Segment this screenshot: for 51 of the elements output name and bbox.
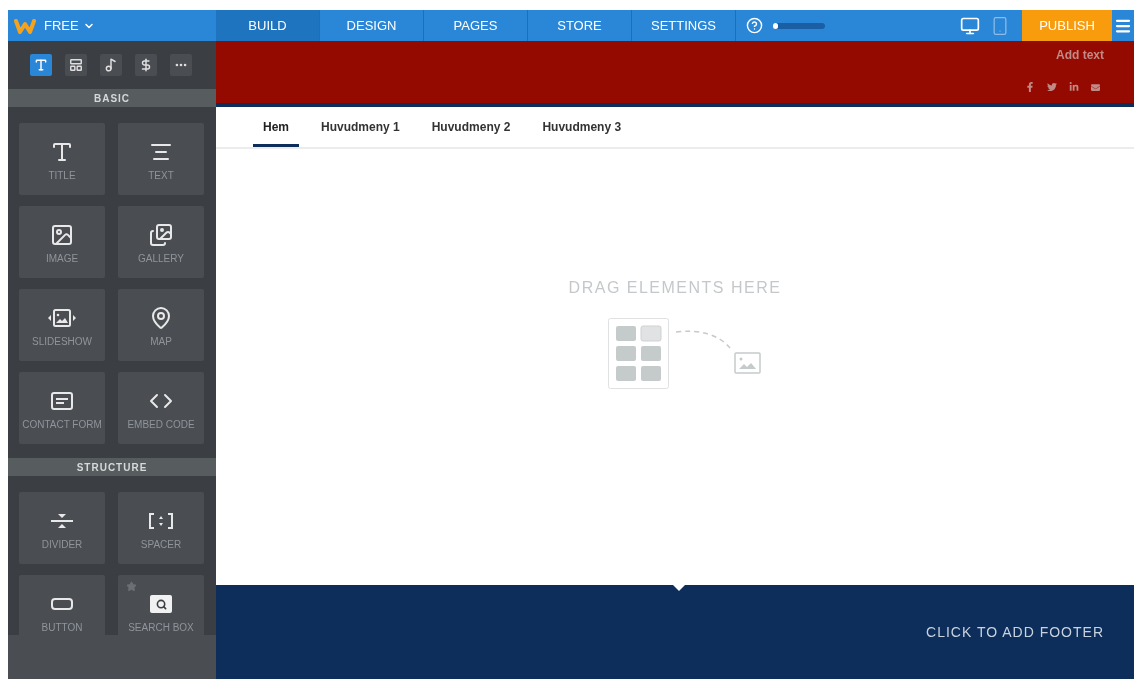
help-icon[interactable]: [746, 17, 763, 34]
text-icon: [34, 58, 48, 72]
header-text[interactable]: Add text: [1056, 46, 1104, 64]
bird-icon[interactable]: [1047, 82, 1057, 92]
logo-icon: [14, 17, 36, 34]
site-nav-item[interactable]: Hem: [253, 107, 299, 147]
element-tile[interactable]: TEXT: [118, 123, 204, 195]
element-tile[interactable]: SLIDESHOW: [19, 289, 105, 361]
element-tile[interactable]: MAP: [118, 289, 204, 361]
element-tile[interactable]: SPACER: [118, 492, 204, 564]
mail-icon[interactable]: [1091, 82, 1100, 92]
section-header: BASIC: [8, 89, 216, 107]
image-icon: [50, 223, 74, 247]
section-header: STRUCTURE: [8, 458, 216, 476]
desktop-icon[interactable]: [960, 15, 980, 36]
slideshow-icon: [47, 308, 77, 328]
music-note-icon: [104, 58, 118, 72]
divider-icon: [50, 513, 74, 529]
element-tile[interactable]: SEARCH BOX: [118, 575, 204, 635]
element-tile[interactable]: EMBED CODE: [118, 372, 204, 444]
element-tile[interactable]: GALLERY: [118, 206, 204, 278]
site-nav-item[interactable]: Huvudmeny 2: [421, 107, 521, 147]
footer-text[interactable]: CLICK TO ADD FOOTER: [926, 621, 1104, 643]
dollar-icon: [139, 58, 153, 72]
publish-button[interactable]: PUBLISH: [1022, 10, 1112, 41]
spacer-icon: [149, 513, 173, 529]
search-icon: [150, 595, 172, 613]
drop-hint: DRAG ELEMENTS HERE: [568, 278, 782, 298]
button-shape-icon: [51, 598, 73, 610]
plan-dropdown[interactable]: FREE: [44, 15, 95, 36]
tool-tab[interactable]: [170, 54, 192, 76]
element-tile[interactable]: IMAGE: [19, 206, 105, 278]
element-tile[interactable]: CONTACT FORM: [19, 372, 105, 444]
notch-marker: [673, 585, 685, 591]
title-icon: [50, 140, 74, 164]
layout-icon: [69, 58, 83, 72]
tool-tab[interactable]: [135, 54, 157, 76]
gallery-icon: [149, 223, 173, 247]
map-pin-icon: [149, 306, 173, 330]
tool-tab[interactable]: [100, 54, 122, 76]
element-tile[interactable]: BUTTON: [19, 575, 105, 635]
tool-tab[interactable]: [30, 54, 52, 76]
site-nav-item[interactable]: Huvudmeny 3: [532, 107, 632, 147]
element-tile[interactable]: TITLE: [19, 123, 105, 195]
linkedin-icon[interactable]: [1069, 82, 1079, 92]
nav-tab[interactable]: BUILD: [216, 10, 320, 41]
site-nav-item[interactable]: Huvudmeny 1: [311, 107, 410, 147]
facebook-icon[interactable]: [1025, 82, 1035, 92]
form-icon: [51, 392, 73, 410]
tool-tab[interactable]: [65, 54, 87, 76]
element-tile[interactable]: DIVIDER: [19, 492, 105, 564]
